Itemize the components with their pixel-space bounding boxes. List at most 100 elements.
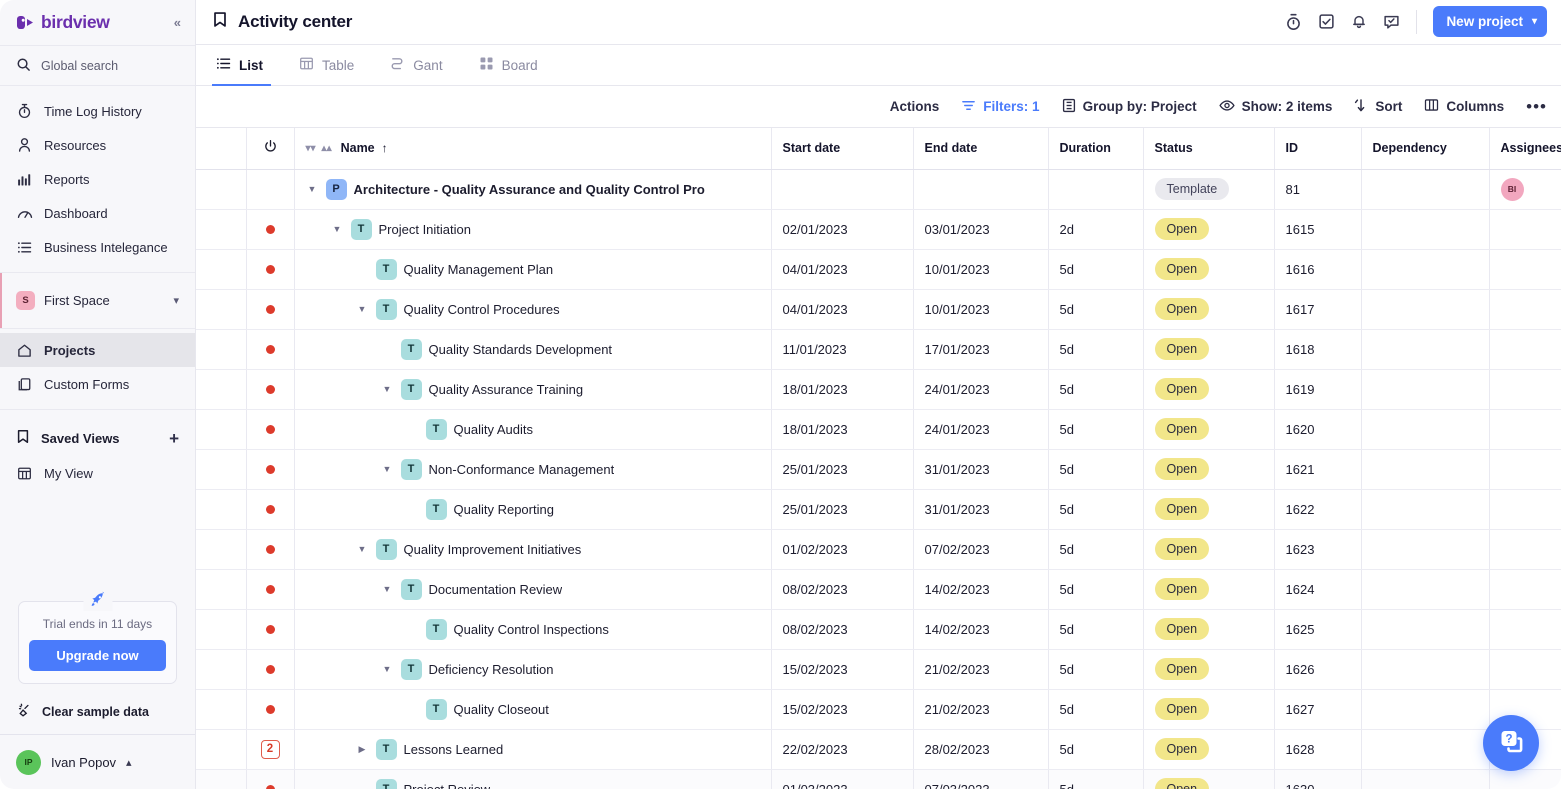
row-flag-cell[interactable] xyxy=(246,169,295,210)
row-flag-cell[interactable]: 2 xyxy=(246,729,295,770)
sidebar-item-dashboard[interactable]: Dashboard xyxy=(0,196,195,230)
row-dependency-cell[interactable] xyxy=(1361,489,1490,530)
row-assignees-cell[interactable] xyxy=(1489,609,1561,650)
table-row[interactable]: 2 ▶ T Lessons Learned 22/02/2023 28/02/2023 5d… xyxy=(196,729,1561,770)
tab-table[interactable]: Table xyxy=(281,45,372,86)
row-name-cell[interactable]: ▼ T Quality Assurance Training xyxy=(294,369,772,410)
row-start-date-cell[interactable]: 01/03/2023 xyxy=(771,769,914,789)
chevron-down-icon[interactable]: ▾ xyxy=(1532,16,1537,27)
sidebar-item-reports[interactable]: Reports xyxy=(0,162,195,196)
row-duration-cell[interactable]: 5d xyxy=(1048,569,1144,610)
row-dependency-cell[interactable] xyxy=(1361,209,1490,250)
row-id-cell[interactable]: 1617 xyxy=(1274,289,1362,330)
row-status-cell[interactable]: Open xyxy=(1143,489,1275,530)
row-name-cell[interactable]: ▼ P Architecture - Quality Assurance and Q… xyxy=(294,169,772,210)
collapse-all-icon[interactable]: ▾▾ xyxy=(306,143,316,154)
row-start-date-cell[interactable]: 04/01/2023 xyxy=(771,289,914,330)
actions-button[interactable]: Actions xyxy=(890,99,940,114)
row-duration-cell[interactable]: 5d xyxy=(1048,769,1144,789)
row-end-date-cell[interactable]: 03/01/2023 xyxy=(913,209,1049,250)
user-menu[interactable]: IP Ivan Popov ▴ xyxy=(0,734,195,789)
row-assignees-cell[interactable]: BI xyxy=(1489,169,1561,210)
col-status[interactable]: Status xyxy=(1143,128,1275,170)
row-duration-cell[interactable]: 5d xyxy=(1048,409,1144,450)
row-assignees-cell[interactable] xyxy=(1489,569,1561,610)
row-status-cell[interactable]: Open xyxy=(1143,529,1275,570)
sidebar-item-projects[interactable]: Projects xyxy=(0,333,195,367)
row-name-cell[interactable]: ▼ T Quality Improvement Initiatives xyxy=(294,529,772,570)
row-name-cell[interactable]: ▼ T Quality Control Procedures xyxy=(294,289,772,330)
row-flag-cell[interactable] xyxy=(246,329,295,370)
row-dependency-cell[interactable] xyxy=(1361,369,1490,410)
row-select-cell[interactable] xyxy=(196,609,247,650)
row-status-cell[interactable]: Open xyxy=(1143,449,1275,490)
row-duration-cell[interactable]: 5d xyxy=(1048,649,1144,690)
row-id-cell[interactable]: 1626 xyxy=(1274,649,1362,690)
row-name-cell[interactable]: ▼ T Deficiency Resolution xyxy=(294,649,772,690)
row-name-cell[interactable]: ▼TProject Review xyxy=(294,769,772,789)
col-duration[interactable]: Duration xyxy=(1048,128,1144,170)
row-flag-cell[interactable] xyxy=(246,369,295,410)
row-dependency-cell[interactable] xyxy=(1361,529,1490,570)
row-name-cell[interactable]: ▶ T Lessons Learned xyxy=(294,729,772,770)
row-end-date-cell[interactable]: 10/01/2023 xyxy=(913,249,1049,290)
row-flag-cell[interactable] xyxy=(246,769,295,789)
col-power[interactable] xyxy=(246,128,295,170)
table-row[interactable]: ▼ T Project Initiation 02/01/2023 03/01/2023… xyxy=(196,209,1561,250)
row-dependency-cell[interactable] xyxy=(1361,329,1490,370)
tab-list[interactable]: List xyxy=(212,45,281,87)
row-id-cell[interactable]: 1619 xyxy=(1274,369,1362,410)
table-row[interactable]: ▼ T Documentation Review 08/02/2023 14/02/20… xyxy=(196,569,1561,610)
row-name-cell[interactable]: ▼TQuality Reporting xyxy=(294,489,772,530)
row-select-cell[interactable] xyxy=(196,729,247,770)
row-flag-cell[interactable] xyxy=(246,529,295,570)
row-name-cell[interactable]: ▼TQuality Control Inspections xyxy=(294,609,772,650)
global-search-input[interactable]: Global search xyxy=(0,46,195,86)
row-status-cell[interactable]: Open xyxy=(1143,729,1275,770)
row-dependency-cell[interactable] xyxy=(1361,569,1490,610)
row-duration-cell[interactable]: 5d xyxy=(1048,249,1144,290)
col-name[interactable]: ▾▾ ▴▴ Name ↑ xyxy=(294,128,772,170)
row-flag-cell[interactable] xyxy=(246,489,295,530)
row-dependency-cell[interactable] xyxy=(1361,289,1490,330)
row-assignees-cell[interactable] xyxy=(1489,289,1561,330)
row-flag-cell[interactable] xyxy=(246,649,295,690)
row-duration-cell[interactable]: 5d xyxy=(1048,289,1144,330)
row-assignees-cell[interactable] xyxy=(1489,489,1561,530)
help-fab-button[interactable]: ? xyxy=(1483,715,1539,771)
col-end-date[interactable]: End date xyxy=(913,128,1049,170)
row-dependency-cell[interactable] xyxy=(1361,169,1490,210)
new-project-button[interactable]: New project ▾ xyxy=(1433,6,1547,38)
collapse-row-icon[interactable]: ▼ xyxy=(381,664,394,674)
chevron-up-icon[interactable]: ▴ xyxy=(126,756,132,769)
row-duration-cell[interactable]: 2d xyxy=(1048,209,1144,250)
row-end-date-cell[interactable]: 17/01/2023 xyxy=(913,329,1049,370)
row-assignees-cell[interactable] xyxy=(1489,529,1561,570)
collapse-sidebar-icon[interactable]: « xyxy=(174,16,181,29)
clear-sample-data-button[interactable]: Clear sample data xyxy=(0,694,195,730)
row-assignees-cell[interactable] xyxy=(1489,649,1561,690)
sidebar-item-time-log-history[interactable]: Time Log History xyxy=(0,94,195,128)
row-flag-cell[interactable] xyxy=(246,569,295,610)
row-start-date-cell[interactable]: 25/01/2023 xyxy=(771,449,914,490)
tab-gant[interactable]: Gant xyxy=(372,45,460,86)
table-row[interactable]: ▼TProject Review01/03/202307/03/20235dOp… xyxy=(196,769,1561,789)
row-dependency-cell[interactable] xyxy=(1361,249,1490,290)
expand-row-icon[interactable]: ▶ xyxy=(356,744,369,755)
row-status-cell[interactable]: Open xyxy=(1143,769,1275,789)
row-dependency-cell[interactable] xyxy=(1361,769,1490,789)
row-select-cell[interactable] xyxy=(196,689,247,730)
row-dependency-cell[interactable] xyxy=(1361,729,1490,770)
row-select-cell[interactable] xyxy=(196,529,247,570)
row-id-cell[interactable]: 1618 xyxy=(1274,329,1362,370)
row-duration-cell[interactable] xyxy=(1048,169,1144,210)
row-select-cell[interactable] xyxy=(196,769,247,789)
row-status-cell[interactable]: Open xyxy=(1143,689,1275,730)
table-row[interactable]: ▼TQuality Control Inspections08/02/20231… xyxy=(196,609,1561,650)
row-status-cell[interactable]: Open xyxy=(1143,569,1275,610)
row-duration-cell[interactable]: 5d xyxy=(1048,449,1144,490)
row-end-date-cell[interactable] xyxy=(913,169,1049,210)
row-assignees-cell[interactable] xyxy=(1489,209,1561,250)
row-id-cell[interactable]: 1615 xyxy=(1274,209,1362,250)
row-end-date-cell[interactable]: 28/02/2023 xyxy=(913,729,1049,770)
